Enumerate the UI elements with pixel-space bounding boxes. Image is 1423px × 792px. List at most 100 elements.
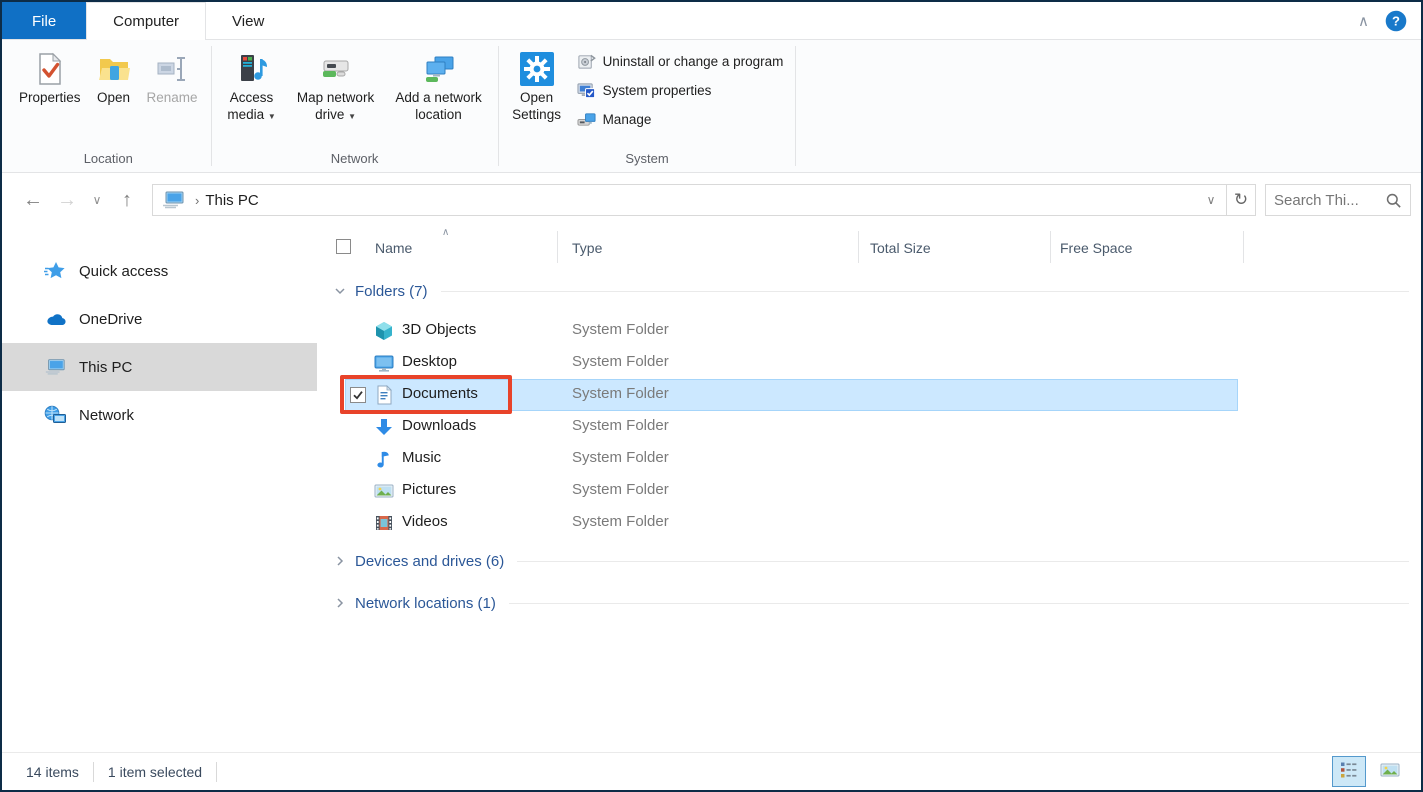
selection-count: 1 item selected [108,764,202,780]
minimize-ribbon-icon[interactable]: ∧ [1358,12,1369,30]
ribbon-group-network: Access media ▼ Map network drive ▼ Add a… [212,40,498,172]
onedrive-icon [44,308,66,330]
ribbon-group-location: Properties Open Rename Location [6,40,211,172]
tab-file[interactable]: File [2,2,86,40]
manage-label: Manage [603,112,652,127]
details-view-button[interactable] [1332,756,1366,787]
3d-objects-icon [374,321,394,341]
group-label: Folders (7) [355,283,428,300]
item-type: System Folder [572,353,669,370]
sidebar-item-label: OneDrive [79,311,142,328]
item-name: Pictures [402,481,456,498]
table-row[interactable]: DownloadsSystem Folder [317,411,1421,443]
status-bar: 14 items 1 item selected [2,752,1421,790]
rename-button[interactable]: Rename [140,45,205,110]
group-header-network-locations-1-[interactable]: Network locations (1) [317,583,1421,623]
table-row[interactable]: 3D ObjectsSystem Folder [317,315,1421,347]
table-row[interactable]: PicturesSystem Folder [317,475,1421,507]
map-network-drive-icon [317,48,355,90]
open-button[interactable]: Open [88,45,140,110]
ribbon: Properties Open Rename Location Access m… [2,40,1421,173]
sidebar-item-onedrive[interactable]: OneDrive [2,295,317,343]
map-network-drive-label: Map network drive ▼ [293,90,379,124]
rename-label: Rename [147,90,198,107]
large-icons-view-icon [1380,760,1400,783]
uninstall-label: Uninstall or change a program [603,54,784,69]
back-arrow-icon[interactable]: ← [16,189,50,212]
group-separator [795,46,796,166]
sidebar-item-label: Quick access [79,263,168,280]
network-icon [44,404,66,426]
svg-text:?: ? [1392,14,1400,29]
open-settings-button[interactable]: Open Settings [505,45,569,127]
table-row[interactable]: VideosSystem Folder [317,507,1421,539]
system-properties-button[interactable]: System properties [577,80,784,100]
tab-computer[interactable]: Computer [86,2,206,40]
uninstall-program-button[interactable]: Uninstall or change a program [577,51,784,71]
properties-icon [31,48,69,90]
map-network-drive-button[interactable]: Map network drive ▼ [286,45,386,127]
status-divider [216,762,217,782]
item-checkbox[interactable] [350,387,366,403]
select-all-checkbox[interactable] [336,239,351,254]
system-properties-label: System properties [603,83,712,98]
access-media-button[interactable]: Access media ▼ [218,45,286,127]
forward-arrow-icon[interactable]: → [50,189,84,212]
group-rule [509,603,1409,604]
table-row[interactable]: MusicSystem Folder [317,443,1421,475]
breadcrumb-chevron-icon[interactable]: › [189,193,205,208]
quick-access-icon [44,260,66,282]
recent-locations-chevron-icon[interactable]: ∨ [84,193,110,207]
address-bar[interactable]: › This PC ∨ [152,184,1227,216]
items-count: 14 items [26,764,79,780]
column-header-row: Name Type Total Size Free Space ∧ [317,227,1421,267]
table-row[interactable]: DocumentsSystem Folder [317,379,1421,411]
group-header-folders-7-[interactable]: Folders (7) [317,267,1421,315]
item-type: System Folder [572,385,669,402]
group-header-devices-and-drives-6-[interactable]: Devices and drives (6) [317,541,1421,581]
column-header-type[interactable]: Type [572,240,602,256]
group-rule [441,291,1409,292]
chevron-right-icon [334,597,346,609]
rename-icon [153,48,191,90]
add-network-location-button[interactable]: Add a network location [386,45,492,127]
sidebar-item-quick-access[interactable]: Quick access [2,247,317,295]
properties-button[interactable]: Properties [12,45,88,110]
ribbon-controls: ∧ ? [1358,2,1421,40]
large-icons-view-button[interactable] [1373,756,1407,787]
item-type: System Folder [572,449,669,466]
sidebar-item-network[interactable]: Network [2,391,317,439]
videos-icon [374,513,394,533]
open-settings-label: Open Settings [512,90,562,124]
search-input[interactable] [1274,192,1385,209]
refresh-icon: ↻ [1234,190,1248,210]
table-row[interactable]: DesktopSystem Folder [317,347,1421,379]
sidebar-item-this-pc[interactable]: This PC [2,343,317,391]
address-dropdown-icon[interactable]: ∨ [1196,193,1226,207]
file-list-pane: Name Type Total Size Free Space ∧ Folders (7… [317,227,1421,752]
item-type: System Folder [572,417,669,434]
tab-view[interactable]: View [206,2,290,40]
dropdown-caret-icon: ▼ [268,112,276,121]
breadcrumb[interactable]: This PC [205,192,258,209]
help-icon[interactable]: ? [1385,10,1407,32]
downloads-icon [374,417,394,437]
desktop-icon [374,353,394,373]
column-header-total-size[interactable]: Total Size [870,240,931,256]
refresh-button[interactable]: ↻ [1227,184,1256,216]
group-label: Devices and drives (6) [355,553,504,570]
column-header-name[interactable]: Name [375,240,412,256]
music-icon [374,449,394,469]
manage-icon [577,110,596,129]
up-arrow-icon[interactable]: ↑ [110,189,144,212]
selection-highlight [345,379,1238,411]
item-name: Videos [402,513,448,530]
column-header-free-space[interactable]: Free Space [1060,240,1132,256]
sort-ascending-icon: ∧ [442,227,449,238]
manage-button[interactable]: Manage [577,109,784,129]
access-media-icon [233,48,271,90]
pictures-icon [374,481,394,501]
search-box[interactable] [1265,184,1411,216]
ribbon-group-system: Open Settings Uninstall or change a prog… [499,40,796,172]
dropdown-caret-icon: ▼ [348,112,356,121]
